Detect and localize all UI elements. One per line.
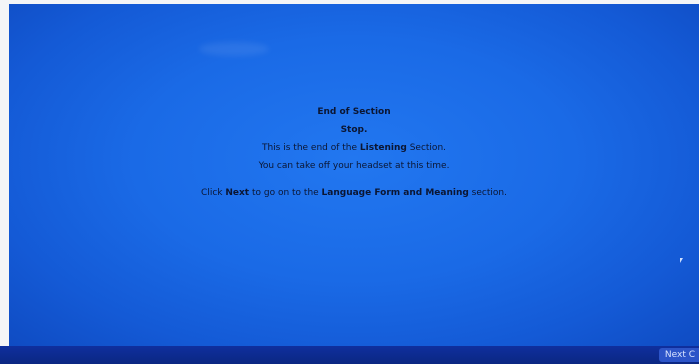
click-text: Click bbox=[201, 188, 226, 198]
section-suffix-text: section. bbox=[468, 188, 507, 198]
next-keyword: Next bbox=[225, 188, 250, 198]
go-on-text: to go on to the bbox=[249, 188, 322, 198]
mouse-cursor-icon bbox=[680, 258, 683, 263]
end-of-listening-text: This is the end of the Listening Section… bbox=[9, 144, 699, 153]
listening-section-name: Listening bbox=[359, 143, 407, 153]
bottom-toolbar bbox=[0, 346, 699, 364]
stop-text: Stop. bbox=[340, 125, 368, 135]
end-of-section-message: End of Section Stop. This is the end of … bbox=[9, 108, 699, 207]
end-text-post: Section. bbox=[406, 143, 447, 153]
section-heading: End of Section bbox=[317, 107, 391, 117]
next-section-name: Language Form and Meaning bbox=[321, 188, 469, 198]
next-instruction: Click Next to go on to the Language Form… bbox=[9, 189, 699, 198]
end-text-pre: This is the end of the bbox=[261, 143, 360, 153]
screen-glare bbox=[199, 42, 269, 56]
next-button[interactable]: Next C bbox=[658, 348, 699, 362]
photo-frame: End of Section Stop. This is the end of … bbox=[0, 0, 699, 364]
headset-instruction: You can take off your headset at this ti… bbox=[258, 161, 450, 171]
test-screen: End of Section Stop. This is the end of … bbox=[9, 4, 699, 349]
